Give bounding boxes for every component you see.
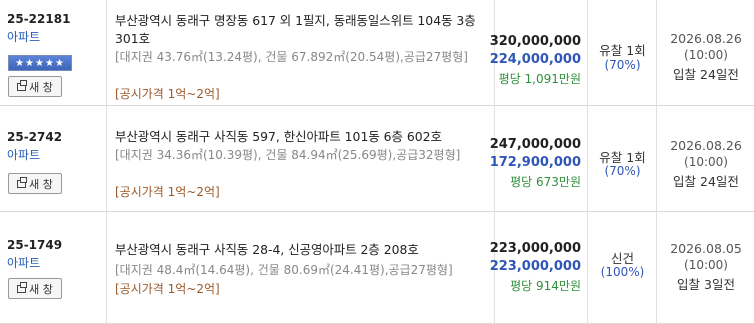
- price-per-pyeong: 평당 1,091만원: [498, 72, 581, 86]
- appraisal-price: 247,000,000: [489, 137, 581, 152]
- area-detail: [대지권 34.36㎡(10.39평), 건물 84.94㎡(25.69평),공…: [115, 148, 461, 162]
- auction-row[interactable]: 25-2742 아파트 새 창 부산광역시 동래구 사직동 597, 한신아파트…: [0, 106, 754, 212]
- public-price-notice: [공시가격 1억~2억]: [115, 185, 220, 199]
- column-divider: [656, 212, 657, 323]
- bid-percent: (70%): [604, 164, 641, 178]
- new-window-button[interactable]: 새 창: [8, 278, 62, 299]
- bid-percent: (70%): [604, 58, 641, 72]
- auction-time: (10:00): [684, 48, 728, 62]
- new-window-label: 새 창: [29, 80, 53, 94]
- minimum-bid-price: 223,000,000: [489, 259, 581, 274]
- new-window-icon: [17, 281, 28, 293]
- column-divider: [587, 212, 588, 323]
- property-address[interactable]: 부산광역시 동래구 사직동 28-4, 신공영아파트 2층 208호: [115, 241, 485, 259]
- column-divider: [656, 106, 657, 211]
- property-address[interactable]: 부산광역시 동래구 사직동 597, 한신아파트 101동 6층 602호: [115, 128, 485, 146]
- auction-row[interactable]: 25-1749 아파트 새 창 부산광역시 동래구 사직동 28-4, 신공영아…: [0, 212, 754, 324]
- column-divider: [106, 212, 107, 323]
- public-price-notice: [공시가격 1억~2억]: [115, 282, 220, 296]
- case-number[interactable]: 25-1749: [7, 238, 62, 252]
- auction-list: 25-22181 아파트 ★★★★★ 새 창 부산광역시 동래구 명장동 617…: [0, 0, 754, 324]
- column-divider: [106, 0, 107, 105]
- property-address[interactable]: 부산광역시 동래구 명장동 617 외 1필지, 동래동일스위트 104동 3층…: [115, 12, 485, 48]
- days-until-bid: 입찰 24일전: [673, 67, 739, 82]
- auction-time: (10:00): [684, 155, 728, 169]
- new-window-label: 새 창: [29, 282, 53, 296]
- price-per-pyeong: 평당 914만원: [510, 279, 581, 293]
- days-until-bid: 입찰 3일전: [677, 277, 735, 292]
- appraisal-price: 320,000,000: [489, 34, 581, 49]
- case-number[interactable]: 25-22181: [7, 12, 70, 26]
- price-per-pyeong: 평당 673만원: [510, 175, 581, 189]
- auction-date: 2026.08.26: [670, 138, 742, 153]
- public-price-notice: [공시가격 1억~2억]: [115, 87, 220, 101]
- auction-date: 2026.08.26: [670, 31, 742, 46]
- rating-stars: ★★★★★: [8, 55, 72, 71]
- minimum-bid-price: 172,900,000: [489, 155, 581, 170]
- property-type[interactable]: 아파트: [7, 254, 40, 271]
- column-divider: [587, 0, 588, 105]
- auction-row[interactable]: 25-22181 아파트 ★★★★★ 새 창 부산광역시 동래구 명장동 617…: [0, 0, 754, 106]
- bid-percent: (100%): [600, 265, 645, 279]
- auction-date: 2026.08.05: [670, 241, 742, 256]
- column-divider: [106, 106, 107, 211]
- minimum-bid-price: 224,000,000: [489, 52, 581, 67]
- auction-status: 유찰 1회: [599, 43, 646, 58]
- property-type[interactable]: 아파트: [7, 146, 40, 163]
- new-window-icon: [17, 176, 28, 188]
- column-divider: [656, 0, 657, 105]
- area-detail: [대지권 43.76㎡(13.24평), 건물 67.892㎡(20.54평),…: [115, 50, 468, 64]
- auction-time: (10:00): [684, 258, 728, 272]
- new-window-icon: [17, 79, 28, 91]
- new-window-button[interactable]: 새 창: [8, 173, 62, 194]
- column-divider: [587, 106, 588, 211]
- days-until-bid: 입찰 24일전: [673, 174, 739, 189]
- new-window-button[interactable]: 새 창: [8, 76, 62, 97]
- property-type[interactable]: 아파트: [7, 28, 40, 45]
- appraisal-price: 223,000,000: [489, 241, 581, 256]
- area-detail: [대지권 48.4㎡(14.64평), 건물 80.69㎡(24.41평),공급…: [115, 263, 453, 277]
- case-number[interactable]: 25-2742: [7, 130, 62, 144]
- new-window-label: 새 창: [29, 177, 53, 191]
